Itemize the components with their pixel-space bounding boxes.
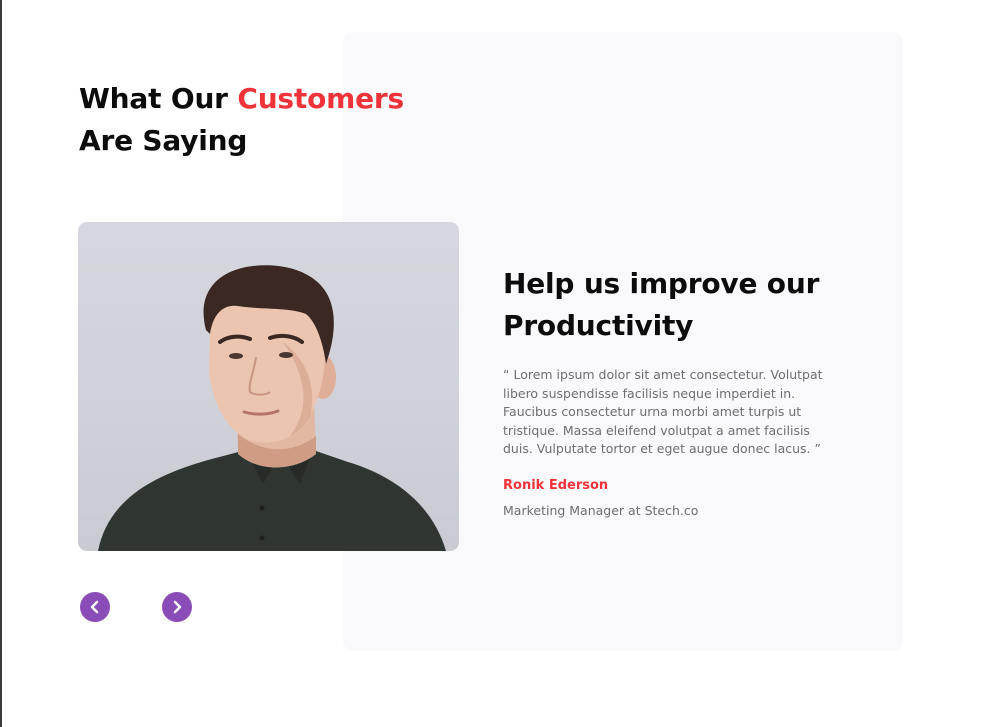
page-left-border — [0, 0, 2, 727]
author-name: Ronik Ederson — [503, 478, 609, 493]
testimonials-section: What Our Customers Are Saying Help us im… — [0, 0, 992, 727]
person-portrait-icon — [98, 265, 446, 551]
customer-photo — [78, 222, 459, 551]
author-role: Marketing Manager at Stech.co — [503, 503, 699, 518]
previous-testimonial-button[interactable] — [80, 592, 110, 622]
testimonial-quote: “ Lorem ipsum dolor sit amet consectetur… — [503, 367, 823, 457]
testimonial-heading: Help us improve our Productivity — [503, 267, 820, 342]
chevron-left-icon — [90, 600, 99, 614]
section-title-accent: Customers — [237, 82, 404, 115]
chevron-right-icon — [173, 600, 182, 614]
section-title: What Our Customers Are Saying — [79, 78, 404, 162]
section-title-suffix: Are Saying — [79, 124, 248, 157]
section-title-prefix: What Our — [79, 82, 238, 115]
next-testimonial-button[interactable] — [162, 592, 192, 622]
